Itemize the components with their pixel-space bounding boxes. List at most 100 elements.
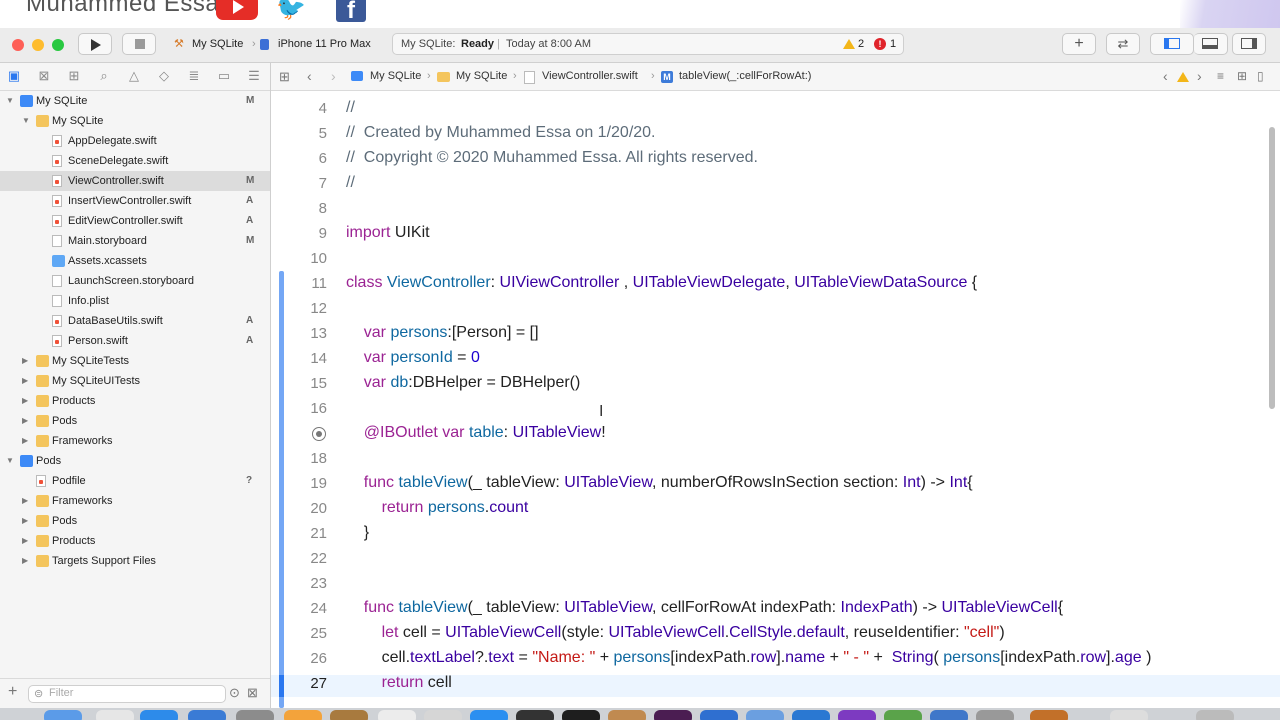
- navigator-item[interactable]: ▶ My SQLiteTests: [0, 351, 270, 371]
- reminders-icon[interactable]: [424, 710, 462, 720]
- navigator-item[interactable]: Assets.xcassets: [0, 251, 270, 271]
- previous-issue-icon[interactable]: ‹: [1163, 63, 1168, 90]
- navigator-item[interactable]: Main.storyboard M: [0, 231, 270, 251]
- warning-icon[interactable]: [1177, 72, 1189, 82]
- navigator-item[interactable]: ▼ Pods: [0, 451, 270, 471]
- system-preferences-icon[interactable]: [976, 710, 1014, 720]
- add-editor-icon[interactable]: ▯: [1257, 63, 1264, 90]
- navigator-item[interactable]: ▼ My SQLite M: [0, 91, 270, 111]
- add-file-icon[interactable]: +: [8, 683, 17, 701]
- navigator-item[interactable]: LaunchScreen.storyboard: [0, 271, 270, 291]
- downloads-icon[interactable]: [1110, 710, 1148, 720]
- preview-icon[interactable]: [608, 710, 646, 720]
- code-line[interactable]: //: [346, 99, 355, 117]
- source-editor[interactable]: 4 // 5 // Created by Muhammed Essa on 1/20/…: [271, 91, 1280, 708]
- code-line[interactable]: return persons.count: [346, 499, 529, 517]
- error-icon[interactable]: !: [874, 38, 886, 50]
- run-button[interactable]: [78, 33, 112, 55]
- code-line[interactable]: func tableView(_ tableView: UITableView,…: [346, 474, 973, 492]
- minimize-window-button[interactable]: [32, 39, 44, 51]
- navigator-item[interactable]: ▶ My SQLiteUITests: [0, 371, 270, 391]
- scheme-selector[interactable]: ⚒ My SQLite › iPhone 11 Pro Max: [168, 33, 386, 55]
- close-window-button[interactable]: [12, 39, 24, 51]
- disclosure-collapsed-icon[interactable]: ▶: [22, 531, 28, 551]
- report-navigator-icon[interactable]: ☰: [246, 68, 262, 84]
- source-control-icon[interactable]: ⊠: [36, 68, 52, 84]
- toggle-navigator-button[interactable]: [1150, 33, 1194, 55]
- related-items-icon[interactable]: ⊞: [279, 63, 290, 90]
- code-line[interactable]: }: [346, 524, 369, 542]
- breakpoint-navigator-icon[interactable]: ▭: [216, 68, 232, 84]
- outlet-connection-icon[interactable]: [312, 427, 326, 441]
- toggle-inspector-button[interactable]: [1232, 33, 1266, 55]
- search-icon[interactable]: ⌕: [96, 68, 112, 84]
- next-issue-icon[interactable]: ›: [1197, 63, 1202, 90]
- test-navigator-icon[interactable]: ◇: [156, 68, 172, 84]
- debug-navigator-icon[interactable]: ≣: [186, 68, 202, 84]
- navigator-item[interactable]: ▼ My SQLite: [0, 111, 270, 131]
- code-line[interactable]: // Copyright © 2020 Muhammed Essa. All r…: [346, 149, 758, 167]
- disclosure-collapsed-icon[interactable]: ▶: [22, 411, 28, 431]
- code-line[interactable]: cell.textLabel?.text = "Name: " + person…: [346, 649, 1152, 667]
- safari-icon[interactable]: [140, 710, 178, 720]
- code-line[interactable]: var persons:[Person] = []: [346, 324, 539, 342]
- simulator-icon[interactable]: [746, 710, 784, 720]
- filter-field[interactable]: ⊜ Filter: [28, 685, 226, 703]
- code-line[interactable]: // Created by Muhammed Essa on 1/20/20.: [346, 124, 656, 142]
- code-line[interactable]: var db:DBHelper = DBHelper(): [346, 374, 581, 392]
- navigator-item[interactable]: ▶ Pods: [0, 411, 270, 431]
- recent-files-icon[interactable]: ⊙: [229, 685, 240, 701]
- visual-studio-icon[interactable]: [838, 710, 876, 720]
- crumb-file[interactable]: ViewController.swift: [542, 63, 638, 90]
- screen-recorder-icon[interactable]: [930, 710, 968, 720]
- disclosure-collapsed-icon[interactable]: ▶: [22, 491, 28, 511]
- slack-icon[interactable]: [654, 710, 692, 720]
- launchpad-icon[interactable]: [96, 710, 134, 720]
- finder-icon[interactable]: [44, 710, 82, 720]
- sublime-icon[interactable]: [1030, 710, 1068, 720]
- mail-icon[interactable]: [188, 710, 226, 720]
- symbol-navigator-icon[interactable]: ⊞: [66, 68, 82, 84]
- code-line[interactable]: let cell = UITableViewCell(style: UITabl…: [346, 624, 1005, 642]
- back-arrow-icon[interactable]: ‹: [307, 63, 312, 90]
- disclosure-expanded-icon[interactable]: ▼: [6, 91, 14, 111]
- error-count[interactable]: 1: [890, 34, 896, 54]
- notes-icon[interactable]: [330, 710, 368, 720]
- split-editor-icon[interactable]: ⊞: [1237, 63, 1247, 90]
- code-review-button[interactable]: ⇄: [1106, 33, 1140, 55]
- warning-count[interactable]: 2: [858, 34, 864, 54]
- activity-monitor-icon[interactable]: [516, 710, 554, 720]
- code-line[interactable]: import UIKit: [346, 224, 430, 242]
- navigator-item[interactable]: AppDelegate.swift: [0, 131, 270, 151]
- disclosure-expanded-icon[interactable]: ▼: [22, 111, 30, 131]
- code-line[interactable]: class ViewController: UIViewController ,…: [346, 274, 977, 292]
- navigator-item[interactable]: SceneDelegate.swift: [0, 151, 270, 171]
- word-icon[interactable]: [792, 710, 830, 720]
- disclosure-collapsed-icon[interactable]: ▶: [22, 551, 28, 571]
- navigator-item[interactable]: Person.swift A: [0, 331, 270, 351]
- disclosure-collapsed-icon[interactable]: ▶: [22, 431, 28, 451]
- navigator-item[interactable]: DataBaseUtils.swift A: [0, 311, 270, 331]
- stop-button[interactable]: [122, 33, 156, 55]
- disclosure-collapsed-icon[interactable]: ▶: [22, 351, 28, 371]
- vertical-scrollbar[interactable]: [1269, 127, 1275, 409]
- navigator-item[interactable]: ▶ Frameworks: [0, 491, 270, 511]
- navigator-item[interactable]: EditViewController.swift A: [0, 211, 270, 231]
- navigator-item[interactable]: Podfile?: [0, 471, 270, 491]
- forward-arrow-icon[interactable]: ›: [331, 63, 336, 90]
- code-line[interactable]: func tableView(_ tableView: UITableView,…: [346, 599, 1063, 617]
- crumb-project[interactable]: My SQLite: [370, 63, 421, 90]
- terminal-icon[interactable]: [562, 710, 600, 720]
- code-line[interactable]: @IBOutlet var table: UITableView!: [346, 424, 606, 442]
- zoom-window-button[interactable]: [52, 39, 64, 51]
- disclosure-collapsed-icon[interactable]: ▶: [22, 371, 28, 391]
- navigator-item[interactable]: Info.plist: [0, 291, 270, 311]
- crumb-group[interactable]: My SQLite: [456, 63, 507, 90]
- photos-icon[interactable]: [284, 710, 322, 720]
- navigator-item[interactable]: InsertViewController.swift A: [0, 191, 270, 211]
- code-line[interactable]: return cell: [346, 674, 452, 692]
- source-control-filter-icon[interactable]: ⊠: [247, 685, 258, 701]
- navigator-item[interactable]: ▶ Targets Support Files: [0, 551, 270, 571]
- issue-navigator-icon[interactable]: △: [126, 68, 142, 84]
- navigator-item[interactable]: ▶ Products: [0, 531, 270, 551]
